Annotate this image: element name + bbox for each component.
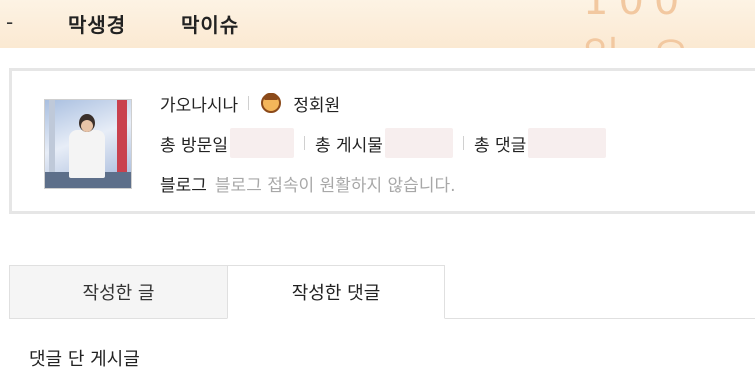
nickname: 가오나시나	[160, 95, 239, 116]
boy-face-icon	[261, 93, 282, 113]
section-title: 댓글 단 게시글	[29, 349, 140, 370]
tab-written-comments[interactable]: 작성한 댓글	[227, 265, 445, 319]
blog-status: 블로그 접속이 원활하지 않습니다.	[214, 175, 456, 196]
banner-decoration-text: 100 일 오	[583, 0, 690, 48]
posts-value-hidden	[384, 128, 453, 158]
visits-value-hidden	[229, 128, 294, 158]
avatar[interactable]	[44, 99, 132, 189]
menu-item-1[interactable]: 막생경	[68, 9, 126, 38]
comments-label: 총 댓글	[473, 135, 527, 156]
comments-value-hidden	[528, 128, 607, 158]
profile-stats-row: 총 방문일 총 게시물 총 댓글	[160, 128, 607, 158]
divider	[303, 136, 305, 150]
visits-label: 총 방문일	[160, 135, 228, 156]
member-profile-card: 가오나시나 정회원 총 방문일 총 게시물 총 댓글 블로그 블로그 접속이 원…	[9, 68, 755, 214]
menu-item-2[interactable]: 막이슈	[181, 9, 239, 38]
posts-label: 총 게시물	[314, 135, 383, 156]
blog-label: 블로그	[160, 175, 207, 196]
cafe-banner: - 막생경 막이슈 100 일 오	[0, 0, 755, 48]
divider	[248, 96, 250, 110]
tab-bar: 작성한 글 작성한 댓글	[9, 265, 755, 319]
member-grade: 정회원	[293, 95, 341, 116]
profile-blog-row: 블로그 블로그 접속이 원활하지 않습니다.	[160, 171, 456, 196]
divider	[462, 136, 464, 150]
tab-written-posts[interactable]: 작성한 글	[9, 265, 227, 319]
profile-name-row: 가오나시나 정회원	[160, 91, 341, 116]
banner-dash: -	[6, 10, 14, 34]
